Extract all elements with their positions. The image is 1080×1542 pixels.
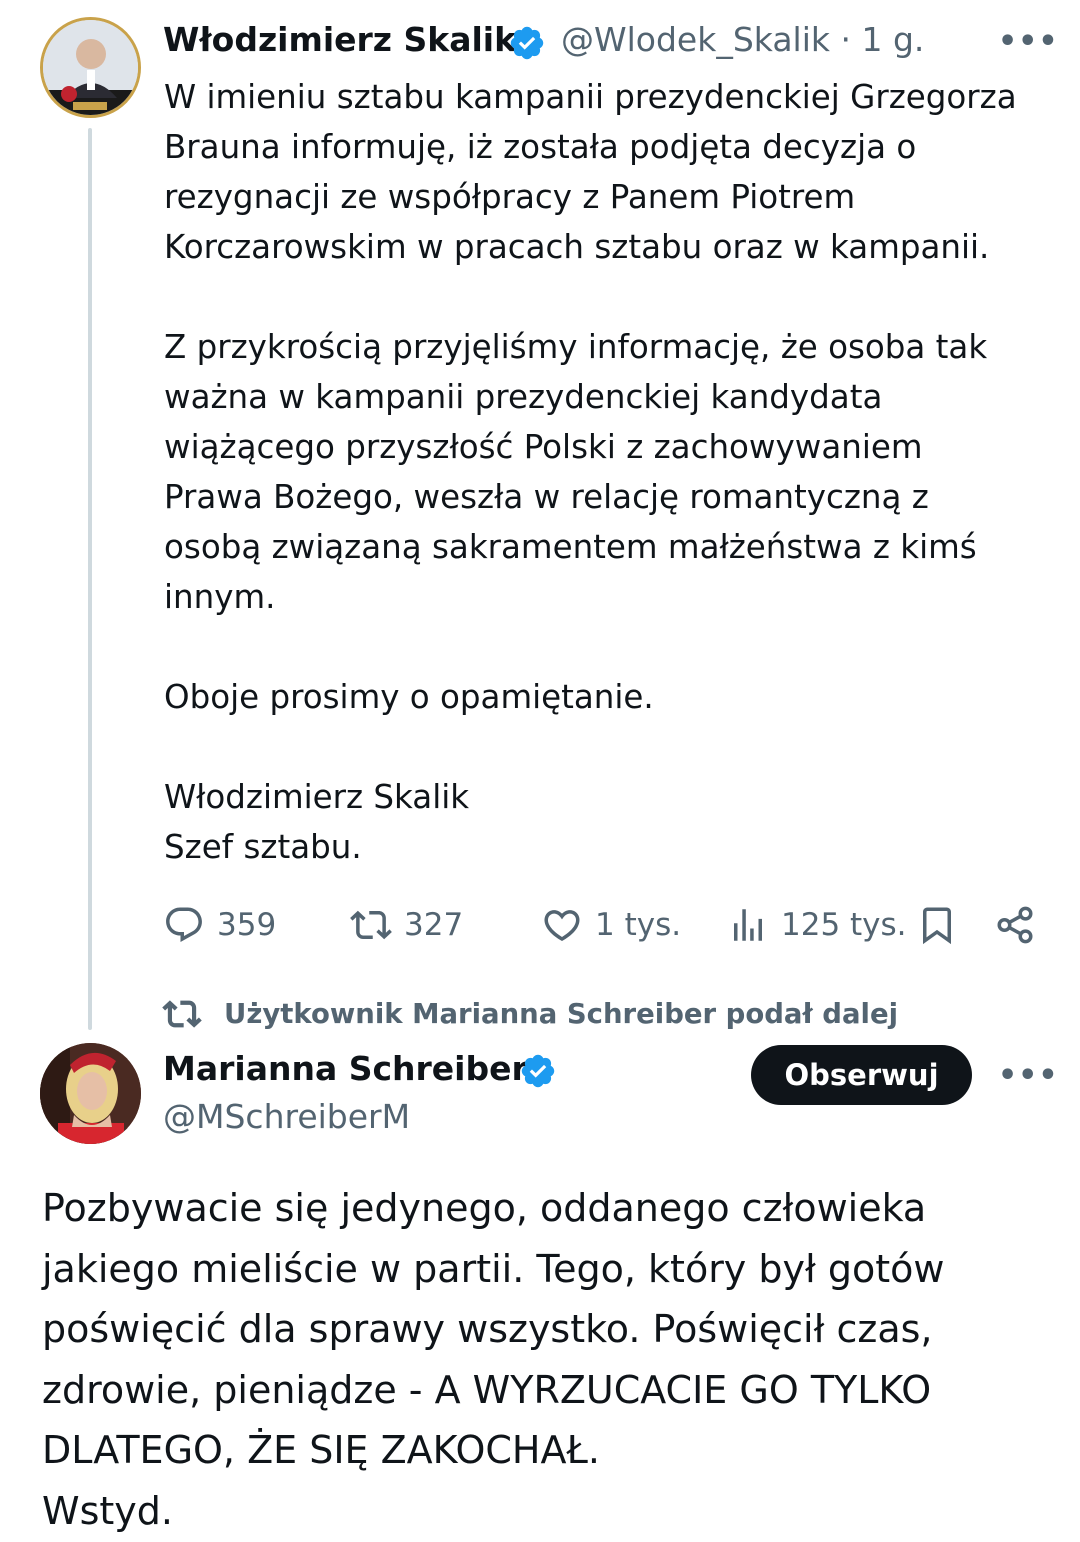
author-name[interactable]: Marianna Schreiber xyxy=(163,1049,528,1089)
thread-connector-line xyxy=(88,128,92,1030)
separator: · xyxy=(840,20,852,59)
avatar-wlodzimierz-skalik[interactable] xyxy=(40,17,141,118)
repost-note[interactable]: Użytkownik Marianna Schreiber podał dale… xyxy=(162,994,898,1034)
avatar-marianna-schreiber[interactable] xyxy=(40,1043,141,1144)
author-handle[interactable]: @MSchreiberM xyxy=(163,1097,410,1137)
author-name[interactable]: Włodzimierz Skalik xyxy=(163,20,516,60)
share-button[interactable] xyxy=(994,900,1036,950)
verified-badge-icon xyxy=(510,26,544,60)
follow-button[interactable]: Obserwuj xyxy=(751,1045,972,1105)
profile-photo xyxy=(43,20,138,115)
author-handle[interactable]: @Wlodek_Skalik xyxy=(561,20,830,59)
bookmark-icon xyxy=(923,907,951,945)
repost-note-text: Użytkownik Marianna Schreiber podał dale… xyxy=(224,998,899,1030)
verified-badge-icon xyxy=(521,1054,555,1088)
analytics-icon xyxy=(734,909,762,941)
repost-icon xyxy=(350,910,392,940)
heart-icon xyxy=(544,910,580,942)
reply-count: 359 xyxy=(217,907,277,943)
tweet-time[interactable]: 1 g. xyxy=(862,20,925,59)
reply-icon xyxy=(166,907,202,942)
repost-icon xyxy=(162,1000,202,1028)
views-button[interactable]: 125 tys. xyxy=(727,900,907,950)
repost-button[interactable]: 327 xyxy=(350,900,463,950)
more-options-icon[interactable]: ••• xyxy=(998,27,1059,57)
bookmark-button[interactable] xyxy=(916,900,958,950)
more-options-icon[interactable]: ••• xyxy=(998,1061,1059,1091)
reply-button[interactable]: 359 xyxy=(163,900,276,950)
like-button[interactable]: 1 tys. xyxy=(541,900,681,950)
tweet-text: Pozbywacie się jedynego, oddanego człowi… xyxy=(42,1186,945,1533)
share-icon xyxy=(997,906,1033,944)
repost-count: 327 xyxy=(404,907,464,943)
tweet-text: W imieniu sztabu kampanii prezydenckiej … xyxy=(164,78,1017,866)
views-count: 125 tys. xyxy=(781,907,907,943)
profile-photo xyxy=(40,1043,141,1144)
like-count: 1 tys. xyxy=(595,907,682,943)
handle-and-time: @Wlodek_Skalik · 1 g. xyxy=(561,20,924,60)
